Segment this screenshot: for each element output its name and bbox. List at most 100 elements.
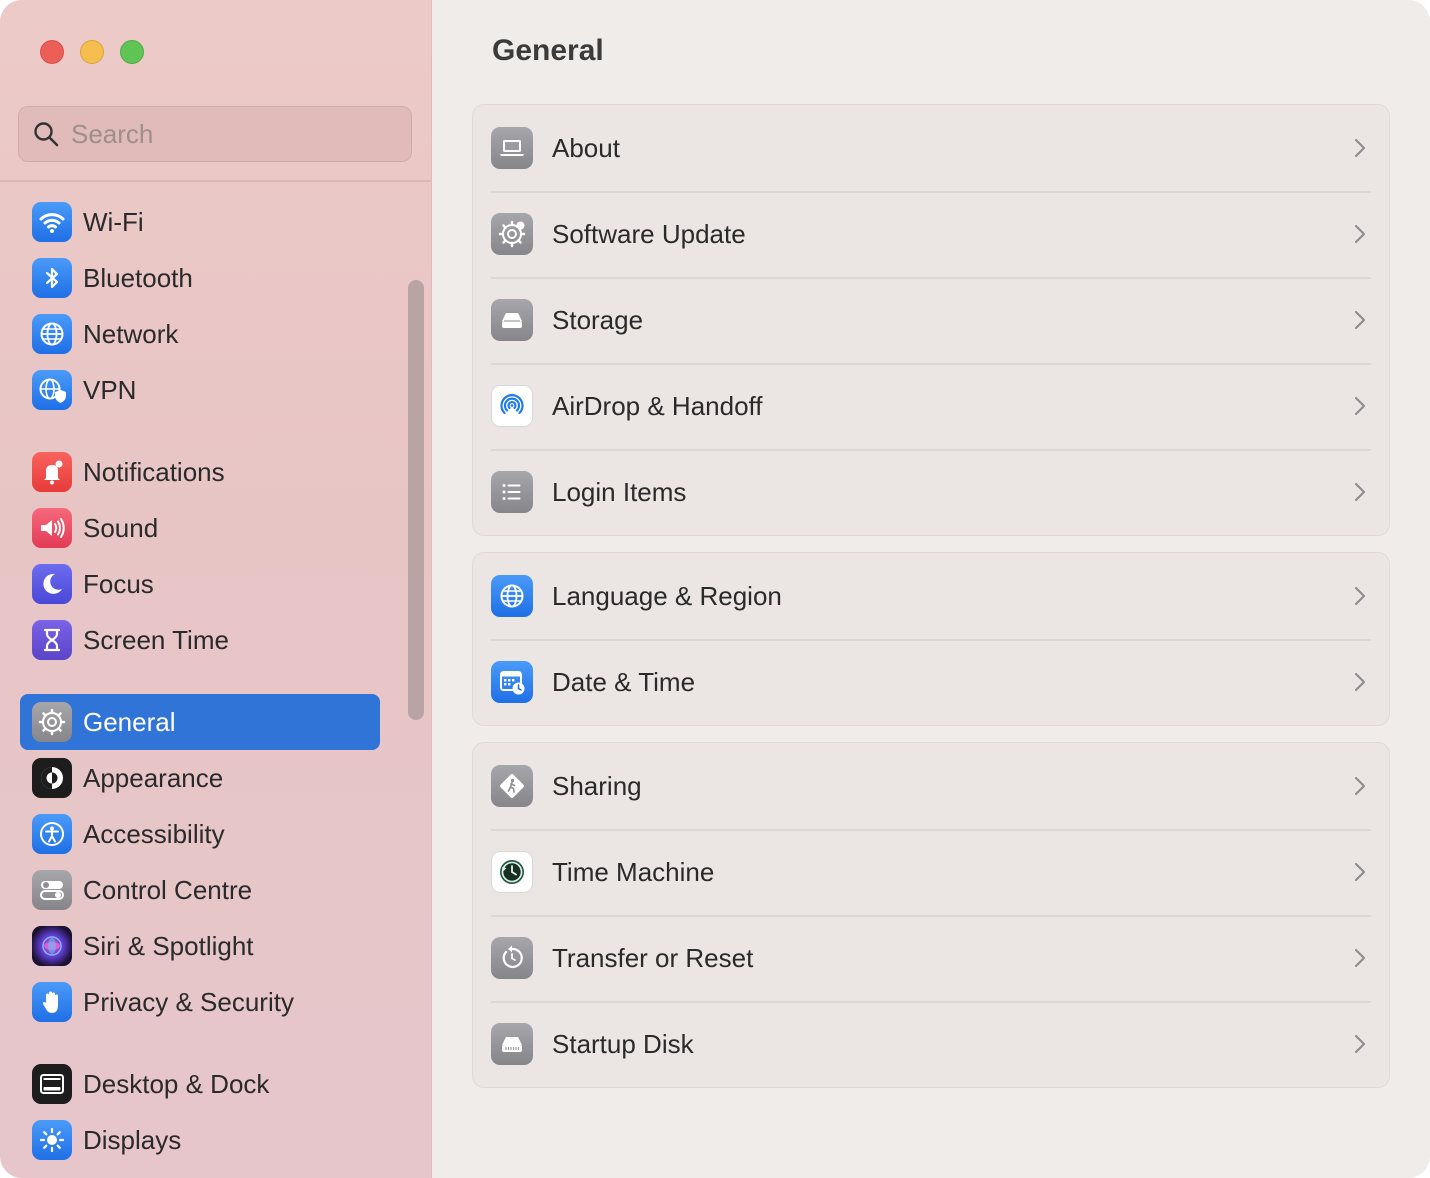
sidebar-divider bbox=[0, 180, 431, 182]
row-time-machine[interactable]: Time Machine bbox=[473, 829, 1389, 915]
gear-badge-icon bbox=[491, 213, 533, 255]
row-login-items[interactable]: Login Items bbox=[473, 449, 1389, 535]
chevron-right-icon bbox=[1354, 396, 1366, 416]
hourglass-icon bbox=[32, 620, 72, 660]
sidebar-scrollbar[interactable] bbox=[408, 280, 424, 720]
sidebar-item-label: Privacy & Security bbox=[83, 986, 294, 1017]
row-label: Login Items bbox=[552, 476, 687, 507]
accessibility-icon bbox=[32, 814, 72, 854]
sidebar-item-accessibility[interactable]: Accessibility bbox=[20, 806, 380, 862]
dock-icon bbox=[32, 1064, 72, 1104]
sidebar-item-label: Bluetooth bbox=[83, 262, 193, 293]
settings-group: Language & Region Date & Time bbox=[472, 552, 1390, 726]
wifi-icon bbox=[32, 202, 72, 242]
sidebar-item-label: Accessibility bbox=[83, 818, 225, 849]
sidebar-item-siri-spotlight[interactable]: Siri & Spotlight bbox=[20, 918, 380, 974]
sidebar-item-appearance[interactable]: Appearance bbox=[20, 750, 380, 806]
sidebar-item-network[interactable]: Network bbox=[20, 306, 380, 362]
siri-icon bbox=[32, 926, 72, 966]
calendar-clock-icon bbox=[491, 661, 533, 703]
sidebar-item-privacy-security[interactable]: Privacy & Security bbox=[20, 974, 380, 1030]
chevron-right-icon bbox=[1354, 224, 1366, 244]
reset-icon bbox=[491, 937, 533, 979]
airdrop-icon bbox=[491, 385, 533, 427]
row-label: Date & Time bbox=[552, 666, 696, 697]
sidebar-item-screen-time[interactable]: Screen Time bbox=[20, 612, 380, 668]
row-airdrop-handoff[interactable]: AirDrop & Handoff bbox=[473, 363, 1389, 449]
sidebar-item-sound[interactable]: Sound bbox=[20, 500, 380, 556]
minimize-button[interactable] bbox=[80, 40, 104, 64]
row-storage[interactable]: Storage bbox=[473, 277, 1389, 363]
chevron-right-icon bbox=[1354, 948, 1366, 968]
settings-group: About Software Update Storage AirDrop & … bbox=[472, 104, 1390, 536]
zoom-button[interactable] bbox=[120, 40, 144, 64]
row-date-time[interactable]: Date & Time bbox=[473, 639, 1389, 725]
row-software-update[interactable]: Software Update bbox=[473, 191, 1389, 277]
sidebar-item-label: General bbox=[83, 706, 176, 737]
sidebar-item-label: Sound bbox=[83, 512, 159, 543]
row-language-region[interactable]: Language & Region bbox=[473, 553, 1389, 639]
globe-icon bbox=[491, 575, 533, 617]
row-label: AirDrop & Handoff bbox=[552, 390, 763, 421]
search-icon bbox=[33, 121, 59, 147]
sidebar-item-desktop-dock[interactable]: Desktop & Dock bbox=[20, 1056, 380, 1112]
settings-group: Sharing Time Machine Transfer or Reset S… bbox=[472, 742, 1390, 1088]
row-label: Startup Disk bbox=[552, 1028, 694, 1059]
sidebar-item-wifi[interactable]: Wi-Fi bbox=[20, 194, 380, 250]
sidebar-item-label: Appearance bbox=[83, 762, 224, 793]
row-label: Time Machine bbox=[552, 856, 715, 887]
sidebar-item-notifications[interactable]: Notifications bbox=[20, 444, 380, 500]
row-label: Sharing bbox=[552, 770, 642, 801]
sidebar-item-label: Siri & Spotlight bbox=[83, 930, 254, 961]
page-title: General bbox=[492, 34, 604, 67]
chevron-right-icon bbox=[1354, 310, 1366, 330]
row-label: Language & Region bbox=[552, 580, 782, 611]
row-label: Software Update bbox=[552, 218, 746, 249]
row-startup-disk[interactable]: Startup Disk bbox=[473, 1001, 1389, 1087]
sun-icon bbox=[32, 1120, 72, 1160]
gear-icon bbox=[32, 702, 72, 742]
sidebar-item-label: Desktop & Dock bbox=[83, 1068, 270, 1099]
sidebar-item-label: VPN bbox=[83, 374, 137, 405]
bluetooth-icon bbox=[32, 258, 72, 298]
sidebar-item-general[interactable]: General bbox=[20, 694, 380, 750]
search-field[interactable] bbox=[18, 106, 412, 162]
hand-icon bbox=[32, 982, 72, 1022]
vpn-globe-icon bbox=[32, 370, 72, 410]
speaker-icon bbox=[32, 508, 72, 548]
laptop-icon bbox=[491, 127, 533, 169]
sidebar-item-displays[interactable]: Displays bbox=[20, 1112, 380, 1168]
row-transfer-reset[interactable]: Transfer or Reset bbox=[473, 915, 1389, 1001]
bell-icon bbox=[32, 452, 72, 492]
chevron-right-icon bbox=[1354, 138, 1366, 158]
sidebar-item-label: Wi-Fi bbox=[83, 206, 144, 237]
settings-window: Wi-Fi Bluetooth Network VP bbox=[0, 0, 1430, 1178]
appearance-icon bbox=[32, 758, 72, 798]
time-machine-icon bbox=[491, 851, 533, 893]
sidebar-item-label: Control Centre bbox=[83, 874, 253, 905]
chevron-right-icon bbox=[1354, 1034, 1366, 1054]
chevron-right-icon bbox=[1354, 776, 1366, 796]
row-label: Storage bbox=[552, 304, 644, 335]
chevron-right-icon bbox=[1354, 862, 1366, 882]
sidebar-item-control-centre[interactable]: Control Centre bbox=[20, 862, 380, 918]
row-sharing[interactable]: Sharing bbox=[473, 743, 1389, 829]
main-content: General About Software Update Storage Ai… bbox=[432, 0, 1430, 1178]
sidebar-list: Wi-Fi Bluetooth Network VPN Notification… bbox=[20, 194, 380, 1168]
close-button[interactable] bbox=[40, 40, 64, 64]
search-input[interactable] bbox=[71, 118, 411, 150]
sharing-icon bbox=[491, 765, 533, 807]
row-about[interactable]: About bbox=[473, 105, 1389, 191]
sidebar-item-label: Focus bbox=[83, 568, 154, 599]
moon-icon bbox=[32, 564, 72, 604]
sidebar-item-vpn[interactable]: VPN bbox=[20, 362, 380, 418]
sidebar-item-label: Network bbox=[83, 318, 179, 349]
chevron-right-icon bbox=[1354, 482, 1366, 502]
globe-icon bbox=[32, 314, 72, 354]
startup-disk-icon bbox=[491, 1023, 533, 1065]
sidebar: Wi-Fi Bluetooth Network VP bbox=[0, 0, 432, 1178]
sidebar-item-focus[interactable]: Focus bbox=[20, 556, 380, 612]
drive-icon bbox=[491, 299, 533, 341]
window-controls bbox=[40, 40, 144, 64]
sidebar-item-bluetooth[interactable]: Bluetooth bbox=[20, 250, 380, 306]
